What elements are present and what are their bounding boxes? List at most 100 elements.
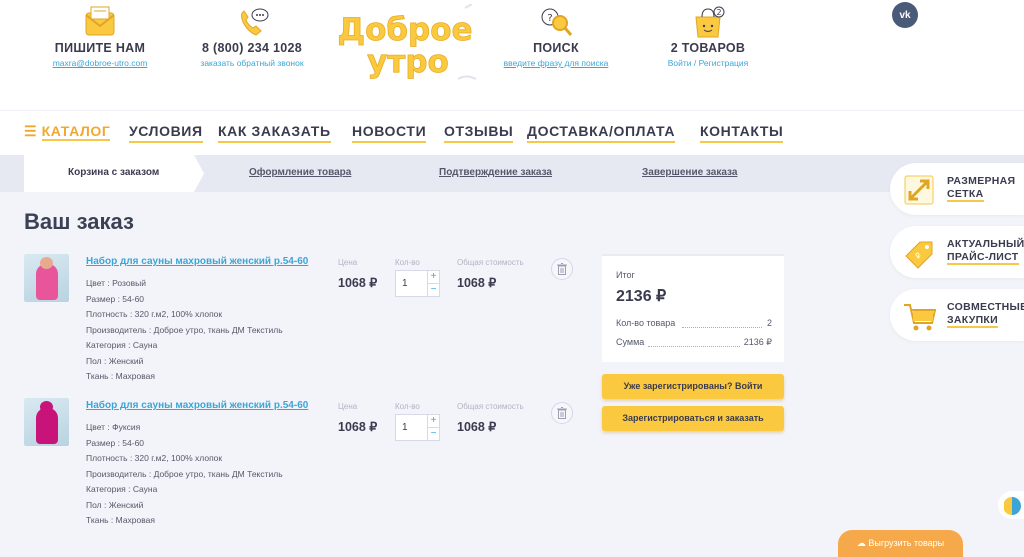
product-name-link[interactable]: Набор для сауны махровый женский р.54-60: [86, 256, 308, 267]
prop-color: Цвет : Розовый: [86, 278, 146, 288]
callback-link[interactable]: заказать обратный звонок: [177, 58, 327, 68]
svg-text:?: ?: [547, 13, 552, 24]
cart-block[interactable]: 2 2 ТОВАРОВ Войти / Регистрация: [633, 5, 783, 68]
export-goods-button[interactable]: ☁ Выгрузить товары: [838, 530, 963, 557]
minus-icon[interactable]: −: [427, 428, 439, 441]
helper-widget[interactable]: [998, 491, 1024, 519]
nav-contacts[interactable]: КОНТАКТЫ: [700, 123, 784, 143]
write-us-title: ПИШИТЕ НАМ: [54, 41, 146, 55]
size-chart-label: РАЗМЕРНАЯ СЕТКА: [947, 175, 1016, 202]
dots-divider: [648, 346, 740, 347]
qty-label: Кол-во: [395, 402, 420, 411]
price-tag-icon: ₽: [905, 241, 933, 269]
summary-count-value: 2: [766, 318, 772, 328]
search-title: ПОИСК: [533, 41, 579, 55]
login-register-link[interactable]: Войти / Регистрация: [633, 58, 783, 68]
contact-write-block[interactable]: ПИШИТЕ НАМ maxra@dobroe-utro.com: [25, 5, 175, 68]
nav-conditions[interactable]: УСЛОВИЯ: [129, 123, 203, 143]
product-name-link[interactable]: Набор для сауны махровый женский р.54-60: [86, 400, 308, 411]
prop-density: Плотность : 320 г.м2, 100% хлопок: [86, 453, 223, 463]
step-completion[interactable]: Завершение заказа: [642, 167, 737, 178]
prop-manufacturer: Производитель : Доброе утро, ткань ДМ Те…: [86, 324, 283, 335]
price-label: Цена: [338, 258, 358, 267]
cloud-download-icon: ☁: [856, 538, 869, 548]
phone-icon: [241, 8, 269, 36]
total-label: Общая стоимость: [457, 258, 524, 267]
size-chart-line1: РАЗМЕРНАЯ: [947, 175, 1016, 187]
nav-reviews[interactable]: ОТЗЫВЫ: [444, 123, 514, 143]
checkout-steps: Корзина с заказом Оформление товара Подт…: [0, 155, 1024, 192]
nav-news[interactable]: НОВОСТИ: [352, 123, 427, 143]
step-cart[interactable]: Корзина с заказом: [68, 167, 159, 178]
vk-icon[interactable]: vk: [892, 2, 918, 28]
logo-line2: утро: [367, 44, 449, 80]
site-logo[interactable]: Доброе утро: [330, 3, 480, 84]
product-image[interactable]: [24, 398, 69, 446]
register-order-button[interactable]: Зарегистрироваться и заказать: [602, 406, 784, 431]
joint-purchases-line2: ЗАКУПКИ: [947, 314, 998, 328]
size-chart-line2: СЕТКА: [947, 188, 984, 202]
cart-bag-icon: 2: [695, 6, 725, 38]
minus-icon[interactable]: −: [427, 284, 439, 297]
nav-how-to-order[interactable]: КАК ЗАКАЗАТЬ: [218, 123, 331, 143]
price-label: Цена: [338, 402, 358, 411]
phone-number[interactable]: 8 (800) 234 1028: [177, 41, 327, 55]
summary-title: Итог: [616, 270, 635, 280]
nav-catalog[interactable]: ☰ КАТАЛОГ: [24, 123, 111, 142]
site-header: ПИШИТЕ НАМ maxra@dobroe-utro.com 8 (800)…: [0, 0, 1024, 110]
prop-size: Размер : 54-60: [86, 293, 145, 304]
price-value: 1068 ₽: [338, 276, 378, 290]
contact-phone-block[interactable]: 8 (800) 234 1028 заказать обратный звоно…: [177, 5, 327, 68]
prop-size: Размер : 54-60: [86, 437, 145, 448]
resize-arrows-icon: [904, 175, 934, 205]
quantity-value[interactable]: 1: [402, 422, 408, 433]
total-value: 1068 ₽: [457, 420, 497, 434]
price-list-line1: АКТУАЛЬНЫЙ: [947, 238, 1024, 250]
plus-icon[interactable]: +: [427, 271, 439, 284]
email-link[interactable]: maxra@dobroe-utro.com: [25, 58, 175, 68]
plus-icon[interactable]: +: [427, 415, 439, 428]
joint-purchases-line1: СОВМЕСТНЫЕ: [947, 301, 1024, 313]
prop-fabric: Ткань : Махровая: [86, 371, 156, 381]
quantity-stepper[interactable]: 1 + −: [395, 414, 440, 441]
trash-icon[interactable]: [551, 258, 573, 280]
nav-delivery-payment[interactable]: ДОСТАВКА/ОПЛАТА: [527, 123, 676, 143]
prop-color: Цвет : Фуксия: [86, 422, 141, 432]
price-value: 1068 ₽: [338, 420, 378, 434]
nav-catalog-label: КАТАЛОГ: [41, 123, 111, 141]
step-checkout[interactable]: Оформление товара: [249, 167, 351, 178]
login-button[interactable]: Уже зарегистрированы? Войти: [602, 374, 784, 399]
product-image[interactable]: [24, 254, 69, 302]
search-icon: ?: [541, 8, 573, 36]
prop-gender: Пол : Женский: [86, 499, 144, 510]
search-hint-link[interactable]: введите фразу для поиска: [481, 58, 631, 68]
product-props: Цвет : Фуксия Размер : 54-60 Плотность :…: [86, 420, 283, 529]
size-chart-card[interactable]: РАЗМЕРНАЯ СЕТКА: [890, 163, 1024, 215]
prop-density: Плотность : 320 г.м2, 100% хлопок: [86, 309, 223, 319]
trash-icon[interactable]: [551, 402, 573, 424]
quantity-value[interactable]: 1: [402, 278, 408, 289]
page-title: Ваш заказ: [24, 209, 134, 234]
step-confirmation[interactable]: Подтверждение заказа: [439, 167, 552, 178]
export-label: Выгрузить товары: [868, 538, 945, 548]
shopping-cart-icon: [904, 304, 937, 331]
cart-count[interactable]: 2 ТОВАРОВ: [633, 41, 783, 55]
prop-fabric: Ткань : Махровая: [86, 515, 156, 525]
price-list-card[interactable]: ₽ АКТУАЛЬНЫЙ ПРАЙС-ЛИСТ: [890, 226, 1024, 278]
quantity-stepper[interactable]: 1 + −: [395, 270, 440, 297]
joint-purchases-label: СОВМЕСТНЫЕ ЗАКУПКИ: [947, 301, 1024, 328]
prop-category: Категория : Сауна: [86, 340, 158, 350]
cart-item: Набор для сауны махровый женский р.54-60…: [24, 254, 584, 389]
joint-purchases-card[interactable]: СОВМЕСТНЫЕ ЗАКУПКИ: [890, 289, 1024, 341]
summary-total: 2136 ₽: [616, 288, 667, 305]
cart-item: Набор для сауны махровый женский р.54-60…: [24, 398, 584, 533]
summary-count-label: Кол-во товара: [616, 318, 676, 328]
total-value: 1068 ₽: [457, 276, 497, 290]
price-list-line2: ПРАЙС-ЛИСТ: [947, 251, 1019, 265]
search-block[interactable]: ? ПОИСК введите фразу для поиска: [481, 5, 631, 68]
cart-badge: 2: [716, 8, 721, 17]
helper-icon: [1004, 497, 1021, 515]
summary-sum-value: 2136 ₽: [743, 337, 772, 347]
product-props: Цвет : Розовый Размер : 54-60 Плотность …: [86, 276, 283, 385]
summary-sum-label: Сумма: [616, 337, 645, 347]
